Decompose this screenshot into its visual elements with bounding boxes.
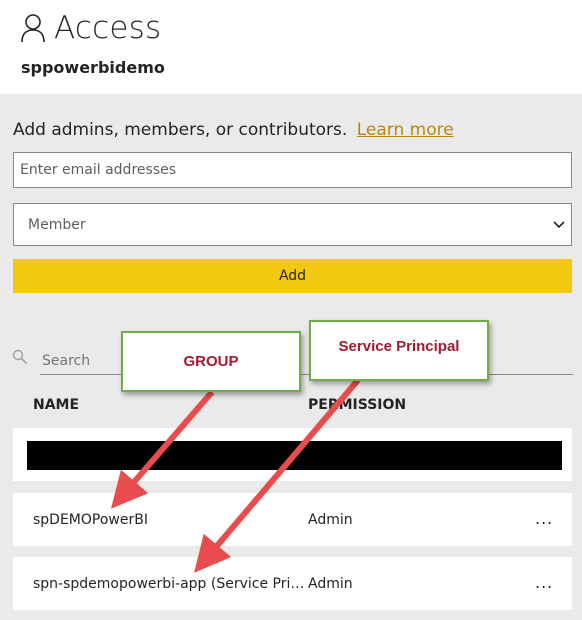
add-prompt: Add admins, members, or contributors. Le…	[13, 120, 454, 140]
search-input[interactable]	[40, 347, 573, 375]
table-row[interactable]: spDEMOPowerBI Admin ...	[13, 493, 572, 546]
search-icon	[12, 349, 28, 365]
column-header-permission[interactable]: PERMISSION	[308, 397, 406, 413]
more-options-button[interactable]: ...	[535, 573, 553, 592]
table-row[interactable]	[13, 428, 572, 481]
workspace-name: sppowerbidemo	[21, 58, 165, 77]
email-input[interactable]	[13, 152, 572, 188]
row-name: spn-spdemopowerbi-app (Service Principal…	[33, 576, 306, 592]
group-callout: GROUP	[121, 331, 301, 392]
column-header-name[interactable]: NAME	[33, 397, 79, 413]
role-select[interactable]: Member	[13, 203, 572, 246]
title-row: Access	[20, 10, 161, 46]
chevron-down-icon	[553, 221, 565, 229]
page-title: Access	[54, 10, 162, 46]
row-permission: Admin	[308, 512, 353, 528]
more-options-button[interactable]: ...	[535, 509, 553, 528]
service-principal-callout: Service Principal	[309, 320, 489, 381]
redacted-block	[27, 441, 562, 470]
table-row[interactable]: spn-spdemopowerbi-app (Service Principal…	[13, 557, 572, 610]
role-select-value: Member	[28, 216, 86, 233]
learn-more-link[interactable]: Learn more	[357, 120, 454, 140]
row-name: spDEMOPowerBI	[33, 512, 148, 528]
person-icon	[21, 14, 45, 43]
access-header: Access sppowerbidemo	[0, 0, 582, 94]
add-prompt-text: Add admins, members, or contributors.	[13, 120, 348, 140]
add-button[interactable]: Add	[13, 259, 572, 293]
row-permission: Admin	[308, 576, 353, 592]
